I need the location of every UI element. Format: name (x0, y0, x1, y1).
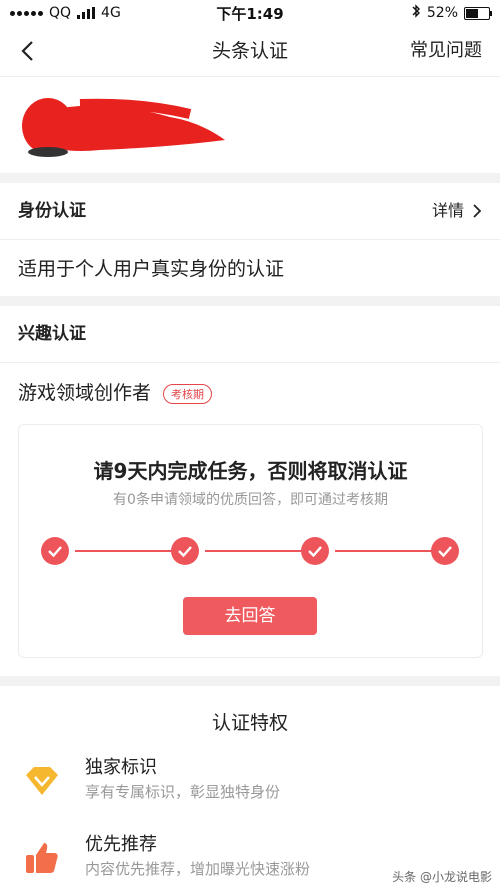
status-time: 下午1:49 (216, 4, 284, 23)
nav-bar: 头条认证 常见问题 (0, 26, 500, 77)
identity-details-link[interactable]: 详情 (432, 183, 482, 239)
privileges-title: 认证特权 (211, 712, 288, 734)
task-progress (41, 537, 461, 569)
interest-role-label: 游戏领域创作者 (18, 382, 152, 404)
battery-icon (464, 6, 492, 20)
identity-description: 适用于个人用户真实身份的认证 (18, 258, 285, 280)
privilege-name: 独家标识 (85, 757, 157, 778)
section-divider (0, 296, 500, 306)
privilege-name: 优先推荐 (85, 834, 157, 855)
status-bar: QQ 4G 下午1:49 52% (0, 0, 500, 26)
interest-role: 游戏领域创作者 考核期 (18, 378, 213, 405)
redacted-profile-image (22, 98, 225, 157)
profile-header (0, 77, 500, 175)
status-badge: 考核期 (163, 383, 213, 404)
diamond-icon (26, 767, 58, 795)
section-divider (0, 173, 500, 183)
step-check-icon (301, 537, 329, 565)
interest-section-header: 兴趣认证 (0, 306, 500, 363)
step-check-icon (431, 537, 459, 565)
task-card: 请9天内完成任务，否则将取消认证 有0条申请领域的优质回答，即可通过考核期 去回… (18, 424, 483, 658)
watermark: 头条 @小龙说电影 (392, 870, 492, 884)
identity-section-title: 身份认证 (18, 201, 86, 221)
task-title: 请9天内完成任务，否则将取消认证 (93, 459, 408, 483)
step-check-icon (171, 537, 199, 565)
privilege-desc: 享有专属标识，彰显独特身份 (85, 783, 281, 801)
thumbs-up-icon (26, 843, 58, 873)
privilege-item: 独家标识 享有专属标识，彰显独特身份 (0, 753, 500, 813)
progress-line (75, 550, 185, 552)
progress-line (335, 550, 445, 552)
go-answer-button[interactable]: 去回答 (183, 597, 317, 635)
step-check-icon (41, 537, 69, 565)
faq-link[interactable]: 常见问题 (410, 26, 482, 76)
chevron-right-icon (473, 204, 482, 218)
identity-section-header: 身份认证 详情 (0, 183, 500, 240)
section-divider (0, 676, 500, 686)
task-subtitle: 有0条申请领域的优质回答，即可通过考核期 (113, 492, 388, 508)
interest-section-title: 兴趣认证 (18, 324, 86, 344)
progress-line (205, 550, 315, 552)
privilege-desc: 内容优先推荐，增加曝光快速涨粉 (85, 860, 311, 878)
details-label: 详情 (431, 201, 464, 220)
